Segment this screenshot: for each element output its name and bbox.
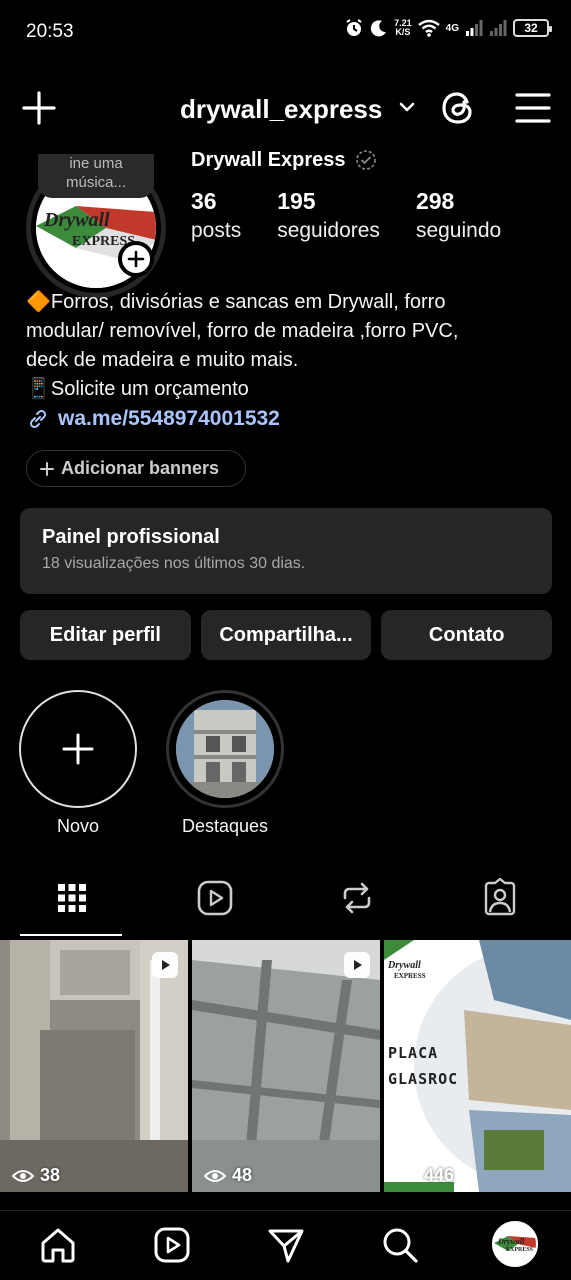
note-bubble[interactable]: ine uma música... <box>38 154 154 198</box>
link-icon <box>29 409 47 429</box>
profile-header: drywall_express <box>0 80 571 138</box>
chevron-down-icon[interactable] <box>396 96 418 118</box>
profile-tabs <box>0 868 571 938</box>
post-logo-line2: EXPRESS <box>394 972 426 980</box>
net-speed: 7.21 K/S <box>394 18 412 37</box>
active-tab-indicator <box>20 934 122 936</box>
avatar-logo-line1: Drywall <box>43 209 110 231</box>
highlight-cover-image <box>176 700 274 798</box>
posts-grid: 38 48 Drywall EXPRESS PLACA GLASROC 446 <box>0 940 571 1210</box>
verified-badge-icon[interactable] <box>354 148 378 172</box>
share-profile-button[interactable]: Compartilha... <box>200 610 372 660</box>
search-icon[interactable] <box>380 1225 420 1265</box>
status-bar: 20:53 7.21 K/S 4G 32 <box>0 0 571 64</box>
stat-posts[interactable]: 36 posts <box>191 188 241 243</box>
eye-icon <box>12 1169 34 1182</box>
reel-badge-icon <box>152 952 178 978</box>
battery-indicator: 32 <box>513 19 552 37</box>
bottom-navigation: Drywall EXPRESS <box>0 1210 571 1280</box>
status-time: 20:53 <box>26 21 74 42</box>
stat-followers[interactable]: 195 seguidores <box>277 188 380 243</box>
bio-link[interactable]: wa.me/5548974001532 <box>26 407 280 431</box>
highlight-new[interactable]: Novo <box>18 690 138 837</box>
reposts-icon[interactable] <box>337 878 377 918</box>
profile-bio: 🔶Forros, divisórias e sancas em Drywall,… <box>26 291 459 400</box>
nav-avatar-logo-line1: Drywall <box>497 1237 525 1246</box>
post-views: 38 <box>12 1165 60 1186</box>
profile-name: Drywall Express <box>191 148 378 172</box>
profile-nav-avatar[interactable]: Drywall EXPRESS <box>492 1221 538 1267</box>
contact-button[interactable]: Contato <box>381 610 553 660</box>
post-tile[interactable]: 38 <box>0 940 188 1192</box>
send-icon[interactable] <box>266 1225 306 1265</box>
plus-icon <box>62 733 94 765</box>
post-logo-line1: Drywall <box>387 960 421 971</box>
nav-avatar-logo-line2: EXPRESS <box>506 1247 534 1253</box>
profile-stats: 36 posts 195 seguidores 298 seguindo <box>191 188 537 243</box>
moon-icon <box>370 20 387 37</box>
stat-following[interactable]: 298 seguindo <box>416 188 501 243</box>
alarm-icon <box>346 19 362 36</box>
post-tile[interactable]: Drywall EXPRESS PLACA GLASROC 446 <box>384 940 571 1192</box>
post-views: 48 <box>204 1165 252 1186</box>
edit-profile-button[interactable]: Editar perfil <box>20 610 191 660</box>
post-views: 446 <box>396 1165 454 1186</box>
profile-actions: Editar perfil Compartilha... Contato <box>20 610 553 660</box>
username-title[interactable]: drywall_express <box>180 94 382 125</box>
create-plus-icon[interactable] <box>20 89 58 127</box>
signal-icon-2 <box>490 20 507 36</box>
add-story-button[interactable] <box>118 241 154 277</box>
highlight-featured[interactable]: Destaques <box>165 690 285 837</box>
menu-icon[interactable] <box>514 90 552 126</box>
reels-nav-icon[interactable] <box>152 1225 192 1265</box>
status-icons: 7.21 K/S 4G 32 <box>344 18 552 38</box>
grid-icon[interactable] <box>52 878 92 918</box>
reels-icon[interactable] <box>195 878 235 918</box>
post-text: PLACA GLASROC <box>388 1044 459 1088</box>
add-banners-button[interactable]: Adicionar banners <box>26 450 246 487</box>
professional-dashboard[interactable]: Painel profissional 18 visualizações nos… <box>20 508 552 594</box>
network-type: 4G <box>445 22 459 34</box>
plus-icon <box>127 250 145 268</box>
reel-badge-icon <box>344 952 370 978</box>
post-tile[interactable]: 48 <box>192 940 380 1192</box>
threads-icon[interactable] <box>438 88 478 128</box>
plus-icon <box>40 461 54 476</box>
eye-icon <box>396 1169 418 1182</box>
signal-icon <box>466 20 483 36</box>
home-icon[interactable] <box>38 1225 78 1265</box>
tagged-icon[interactable] <box>480 878 520 918</box>
eye-icon <box>204 1169 226 1182</box>
wifi-icon <box>417 19 440 37</box>
